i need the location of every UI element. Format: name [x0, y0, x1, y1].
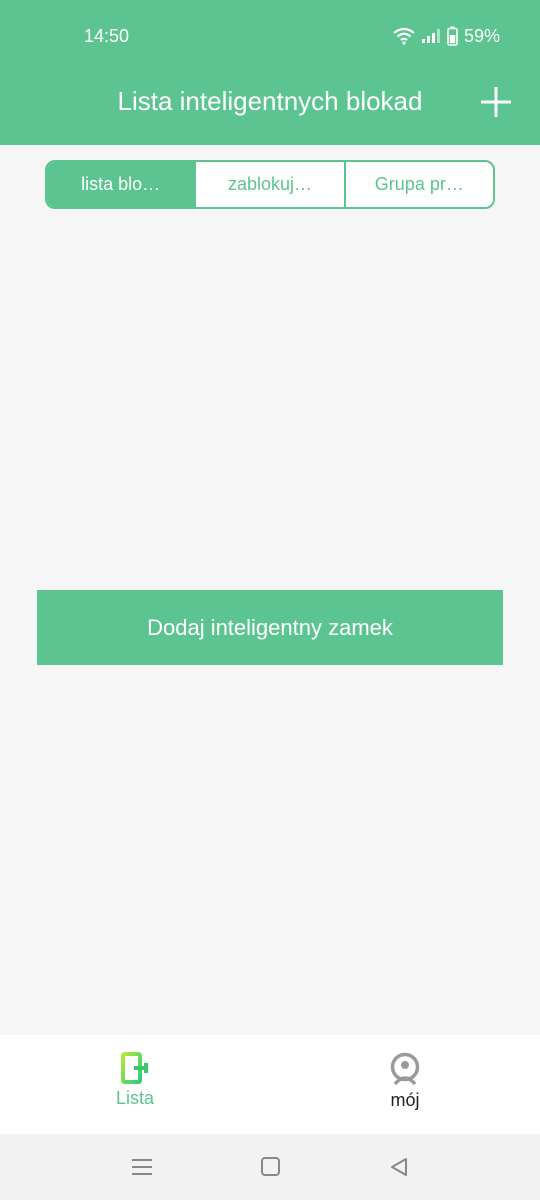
menu-icon[interactable] — [132, 1158, 152, 1176]
signal-icon — [421, 29, 440, 43]
user-icon — [390, 1052, 420, 1086]
nav-label-lista: Lista — [115, 1088, 155, 1108]
battery-percent: 59% — [463, 25, 500, 46]
wifi-icon — [393, 27, 415, 45]
tab-lock-list[interactable]: lista blo… — [47, 162, 195, 207]
status-icons: 59% — [393, 24, 500, 48]
tab-locked[interactable]: zablokuj… — [194, 162, 343, 207]
status-time: 14:50 — [84, 26, 130, 46]
battery-icon — [447, 26, 458, 46]
system-nav-bar — [0, 1134, 540, 1200]
status-bar: 14:50 59% — [0, 0, 540, 72]
back-icon[interactable] — [389, 1157, 409, 1177]
add-smart-lock-button[interactable]: Dodaj inteligentny zamek — [37, 590, 503, 665]
tab-group-pr[interactable]: Grupa pr… — [343, 162, 493, 207]
plus-icon[interactable] — [480, 86, 512, 118]
door-icon — [121, 1052, 148, 1084]
nav-item-lista[interactable]: Lista — [0, 1035, 270, 1134]
tab-group: lista blo… zablokuj… Grupa pr… — [45, 160, 495, 209]
app-header: 14:50 59% Lista inteligentnych blokad — [0, 0, 540, 145]
page-title: Lista inteligentnych blokad — [117, 86, 423, 116]
nav-label-moj: mój — [390, 1090, 420, 1110]
bottom-nav: Lista mój — [0, 1035, 540, 1134]
home-icon[interactable] — [261, 1157, 280, 1176]
nav-item-moj[interactable]: mój — [270, 1035, 540, 1134]
